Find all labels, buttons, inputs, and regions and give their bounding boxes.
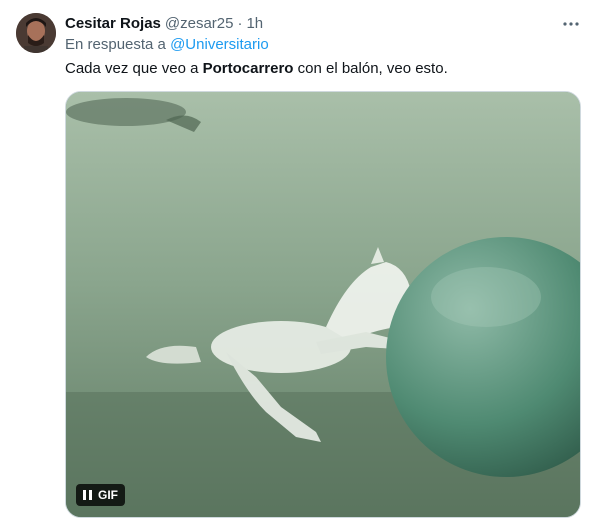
timestamp[interactable]: 1h <box>246 15 263 32</box>
more-button[interactable] <box>561 14 581 34</box>
pause-icon[interactable] <box>83 490 92 500</box>
avatar-image <box>16 13 56 53</box>
reply-mention-link[interactable]: @Universitario <box>170 36 269 53</box>
gif-frame <box>66 92 580 517</box>
gif-media[interactable] <box>65 91 581 518</box>
reply-context: En respuesta a @Universitario <box>65 36 269 53</box>
gif-control[interactable]: GIF <box>76 484 125 506</box>
tweet[interactable]: Cesitar Rojas @zesar25 · 1h En respuesta… <box>0 0 599 529</box>
tweet-text-after: con el balón, veo esto. <box>293 60 448 77</box>
tweet-header: Cesitar Rojas @zesar25 · 1h <box>65 13 263 33</box>
separator-dot: · <box>237 14 243 32</box>
gif-badge-label: GIF <box>98 488 118 502</box>
more-icon <box>563 22 579 26</box>
reply-prefix: En respuesta a <box>65 36 166 53</box>
tweet-text: Cada vez que veo a Portocarrero con el b… <box>65 60 448 77</box>
tweet-text-bold: Portocarrero <box>202 60 294 77</box>
author-name[interactable]: Cesitar Rojas <box>65 15 161 32</box>
tweet-text-before: Cada vez que veo a <box>65 60 203 77</box>
avatar[interactable] <box>16 13 56 53</box>
author-handle[interactable]: @zesar25 <box>165 15 234 32</box>
